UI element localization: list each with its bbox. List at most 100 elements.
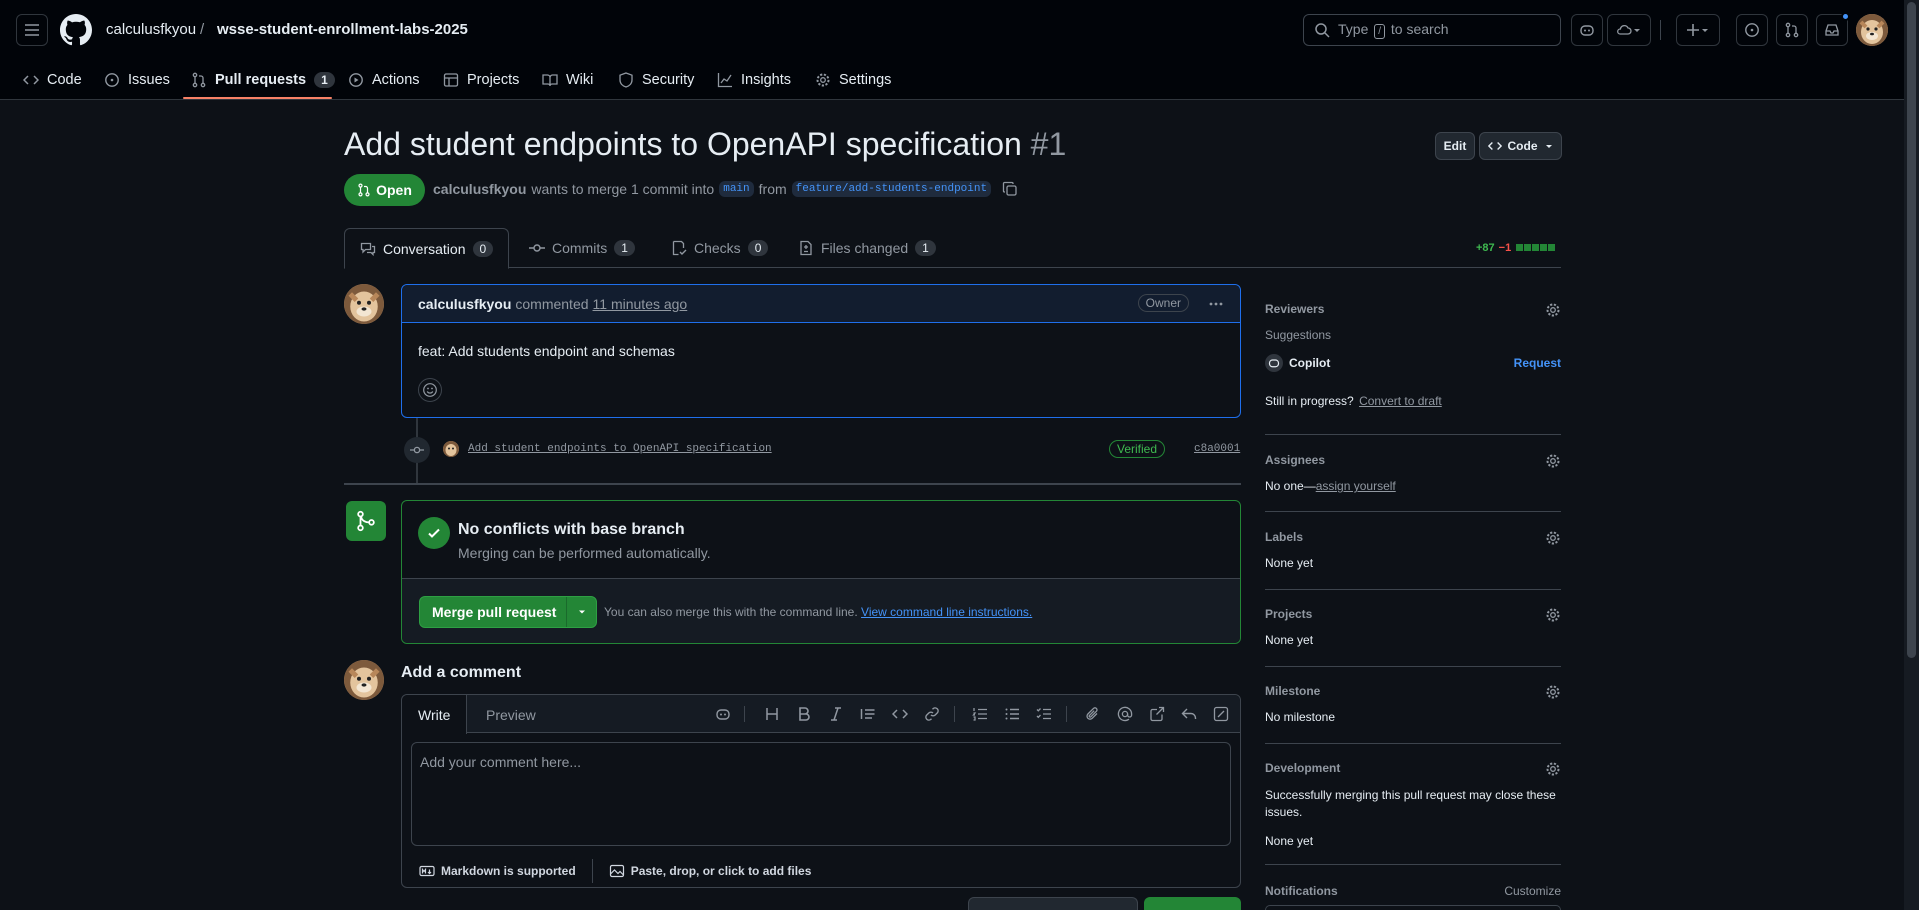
- current-user-avatar[interactable]: [344, 660, 384, 700]
- edit-title-button[interactable]: Edit: [1435, 132, 1475, 160]
- milestone-heading[interactable]: Milestone: [1265, 684, 1561, 698]
- convert-to-draft-link[interactable]: Convert to draft: [1359, 394, 1442, 408]
- search-placeholder-post: to search: [1390, 21, 1449, 37]
- timeline-end-divider: [344, 483, 1241, 485]
- kebab-horizontal-icon[interactable]: [1208, 296, 1224, 312]
- development-heading[interactable]: Development: [1265, 761, 1561, 775]
- pull-requests-button[interactable]: [1776, 14, 1808, 46]
- gear-icon[interactable]: [1545, 302, 1561, 318]
- issues-button[interactable]: [1736, 14, 1768, 46]
- tab-insights-label: Insights: [741, 72, 791, 88]
- gear-icon[interactable]: [1545, 684, 1561, 700]
- verified-badge[interactable]: Verified: [1109, 440, 1166, 458]
- comment-submit-button[interactable]: [1144, 897, 1241, 910]
- heading-icon[interactable]: [764, 706, 780, 722]
- code-icon[interactable]: [892, 706, 908, 722]
- base-branch[interactable]: main: [719, 181, 754, 197]
- quote-icon[interactable]: [860, 706, 876, 722]
- tab-conversation[interactable]: Conversation 0: [344, 228, 510, 269]
- fullscreen-icon[interactable]: [1213, 706, 1229, 722]
- command-line-instructions-link[interactable]: View command line instructions.: [861, 605, 1032, 619]
- customize-notifications-link[interactable]: Customize: [1504, 884, 1561, 898]
- create-new-button[interactable]: [1676, 14, 1720, 46]
- breadcrumb-repo[interactable]: wsse-student-enrollment-labs-2025: [217, 21, 468, 38]
- link-icon[interactable]: [924, 706, 940, 722]
- add-reaction-button[interactable]: [418, 378, 442, 402]
- bulleted-list-icon[interactable]: [1004, 706, 1020, 722]
- copilot-menu-button[interactable]: [1607, 14, 1651, 46]
- task-list-icon[interactable]: [1036, 706, 1052, 722]
- in-progress-text: Still in progress?: [1265, 394, 1354, 408]
- reply-icon[interactable]: [1181, 706, 1197, 722]
- tab-settings[interactable]: Settings: [815, 60, 891, 100]
- pr-from-text: from: [758, 181, 787, 197]
- cross-reference-icon[interactable]: [1149, 706, 1165, 722]
- attach-files-button[interactable]: Paste, drop, or click to add files: [631, 864, 812, 878]
- pr-tabs: Conversation 0 Commits 1 Checks 0 Files …: [344, 228, 1561, 269]
- copilot-icon[interactable]: [715, 706, 731, 722]
- pr-author[interactable]: calculusfkyou: [433, 181, 526, 197]
- commit-sha-link[interactable]: c8a0001: [1194, 443, 1240, 455]
- tab-issues[interactable]: Issues: [104, 60, 170, 100]
- tab-commits[interactable]: Commits 1: [529, 228, 635, 268]
- comment-author[interactable]: calculusfkyou: [418, 296, 511, 312]
- comment-timestamp[interactable]: 11 minutes ago: [593, 296, 688, 312]
- merge-pull-request-button[interactable]: Merge pull request: [419, 596, 597, 628]
- tab-preview[interactable]: Preview: [486, 695, 536, 734]
- markdown-supported-link[interactable]: Markdown is supported: [441, 864, 576, 878]
- gear-icon[interactable]: [1545, 530, 1561, 546]
- tab-projects[interactable]: Projects: [443, 60, 519, 100]
- subscribe-button[interactable]: [1265, 905, 1561, 910]
- commit-author-avatar[interactable]: [443, 441, 459, 457]
- gear-icon[interactable]: [1545, 761, 1561, 777]
- mention-icon[interactable]: [1117, 706, 1133, 722]
- menu-button[interactable]: [16, 14, 48, 46]
- repo-nav: Code Issues Pull requests 1 Actions Proj…: [0, 60, 1904, 100]
- tab-actions[interactable]: Actions: [348, 60, 420, 100]
- request-review-button[interactable]: Request: [1514, 356, 1561, 370]
- gear-icon[interactable]: [1545, 607, 1561, 623]
- github-logo[interactable]: [60, 14, 92, 46]
- reviewers-heading[interactable]: Reviewers: [1265, 302, 1561, 316]
- numbered-list-icon[interactable]: [972, 706, 988, 722]
- bold-icon[interactable]: [796, 706, 812, 722]
- play-icon: [349, 73, 363, 87]
- tab-wiki[interactable]: Wiki: [542, 60, 593, 100]
- breadcrumb-owner[interactable]: calculusfkyou: [106, 21, 196, 38]
- tab-pull-requests[interactable]: Pull requests 1: [191, 60, 335, 100]
- page-scrollbar-thumb[interactable]: [1907, 2, 1916, 658]
- tab-checks[interactable]: Checks 0: [671, 228, 769, 268]
- tab-code[interactable]: Code: [23, 60, 82, 100]
- inbox-icon: [1825, 24, 1839, 36]
- search-input[interactable]: Type / to search: [1303, 14, 1561, 46]
- close-pull-request-button[interactable]: [968, 897, 1138, 910]
- pull-request-icon: [192, 72, 206, 88]
- tab-write[interactable]: Write: [402, 695, 468, 734]
- comment-textarea[interactable]: Add your comment here...: [411, 742, 1231, 846]
- labels-heading[interactable]: Labels: [1265, 530, 1561, 544]
- active-tab-indicator: [183, 97, 332, 99]
- chevron-down-icon[interactable]: [577, 607, 587, 617]
- paperclip-icon[interactable]: [1085, 706, 1101, 722]
- diffstat[interactable]: +87 −1: [1476, 242, 1556, 254]
- copy-icon[interactable]: [1002, 181, 1018, 197]
- inbox-button[interactable]: [1816, 12, 1850, 46]
- search-shortcut-key: /: [1374, 24, 1386, 39]
- tab-security[interactable]: Security: [618, 60, 694, 100]
- gear-icon[interactable]: [1545, 453, 1561, 469]
- head-branch[interactable]: feature/add-students-endpoint: [791, 181, 992, 197]
- tab-files-changed[interactable]: Files changed 1: [798, 228, 936, 268]
- copilot-button[interactable]: [1571, 14, 1603, 46]
- sidebar-assignees: Assignees No one—assign yourself: [1265, 453, 1561, 493]
- assign-yourself-link[interactable]: assign yourself: [1316, 479, 1396, 493]
- user-avatar[interactable]: [1856, 14, 1888, 46]
- code-dropdown-button[interactable]: Code: [1479, 132, 1562, 160]
- italic-icon[interactable]: [828, 706, 844, 722]
- tab-insights[interactable]: Insights: [717, 60, 791, 100]
- dog-avatar-icon: [344, 284, 384, 324]
- assignees-heading[interactable]: Assignees: [1265, 453, 1561, 467]
- projects-heading[interactable]: Projects: [1265, 607, 1561, 621]
- commit-message-link[interactable]: Add student endpoints to OpenAPI specifi…: [468, 443, 772, 455]
- merge-status-icon-box: [346, 501, 386, 541]
- comment-author-avatar[interactable]: [344, 284, 384, 324]
